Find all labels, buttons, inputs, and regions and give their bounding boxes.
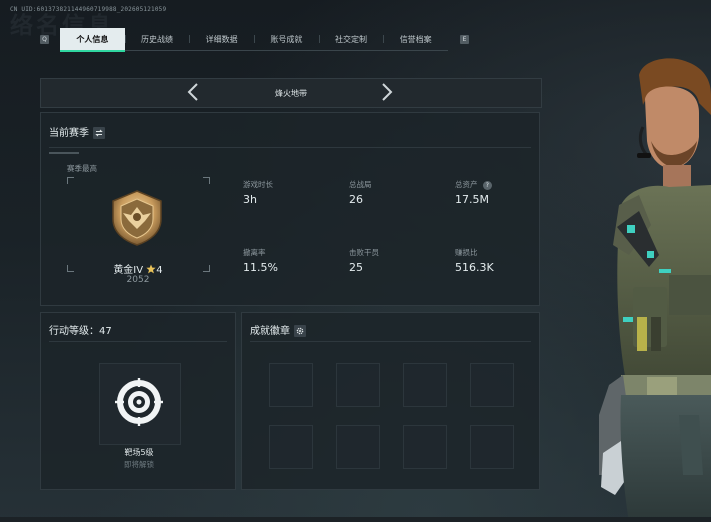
map-prev-button[interactable]	[187, 83, 199, 105]
tab-profile[interactable]: 个人信息	[60, 28, 125, 52]
map-next-button[interactable]	[381, 83, 393, 105]
uid-label: CN UID:601373821144960719988_20260512105…	[10, 6, 167, 13]
badge-slot[interactable]	[336, 363, 380, 407]
help-icon[interactable]: ?	[482, 181, 492, 190]
tab-reputation[interactable]: 信誉档案	[383, 28, 448, 50]
action-level-title: 行动等级：47	[49, 326, 112, 337]
stat-label-assets: 总资产 ?	[455, 179, 492, 190]
season-panel: 当前赛季 赛季最高 黄金IV 4 2052 游戏时长 3h 总战局 26 总资产…	[40, 112, 540, 306]
tab-next-key[interactable]: E	[460, 35, 469, 44]
target-icon	[115, 378, 163, 426]
map-selector: 烽火地带	[40, 78, 542, 108]
bottom-bar	[0, 517, 711, 522]
achievements-settings-button[interactable]	[294, 325, 306, 337]
badge-slot[interactable]	[269, 363, 313, 407]
stat-value-playtime: 3h	[243, 193, 257, 206]
operator-character-image	[599, 58, 711, 522]
stat-value-assets: 17.5M	[455, 193, 489, 206]
achievements-title: 成就徽章	[250, 322, 306, 337]
tab-bar: 个人信息 历史战绩 详细数据 账号成就 社交定制 信誉档案	[60, 28, 448, 52]
tab-social[interactable]: 社交定制	[318, 28, 384, 50]
gear-icon	[296, 327, 304, 335]
stat-label-kills: 击败干员	[349, 248, 379, 257]
tab-prev-key[interactable]: Q	[40, 35, 49, 44]
badge-slot[interactable]	[403, 425, 447, 469]
tab-history[interactable]: 历史战绩	[124, 28, 190, 50]
season-best-label: 赛季最高	[67, 164, 97, 173]
badge-slot[interactable]	[470, 363, 514, 407]
season-divider	[49, 147, 531, 148]
tab-details[interactable]: 详细数据	[189, 28, 254, 50]
stat-label-playtime: 游戏时长	[243, 180, 273, 189]
frame-corner	[203, 177, 210, 184]
badge-slot[interactable]	[336, 425, 380, 469]
frame-corner	[67, 177, 74, 184]
stat-value-extract-rate: 11.5%	[243, 261, 278, 274]
season-title-text: 当前赛季	[49, 128, 89, 139]
action-item-status: 即将解锁	[124, 460, 154, 469]
badge-slot[interactable]	[269, 425, 313, 469]
stat-label-extract-rate: 撤离率	[243, 248, 266, 257]
stat-value-matches: 26	[349, 193, 363, 206]
stat-value-kills: 25	[349, 261, 363, 274]
star-icon	[146, 264, 156, 274]
rank-score: 2052	[126, 275, 150, 285]
chevron-left-icon	[187, 83, 198, 101]
stat-value-profit-ratio: 516.3K	[455, 261, 494, 274]
stat-label-assets-text: 总资产	[455, 180, 478, 189]
badge-slot[interactable]	[403, 363, 447, 407]
chevron-right-icon	[382, 83, 393, 101]
season-switch-button[interactable]	[93, 127, 105, 139]
achievements-title-text: 成就徽章	[250, 326, 290, 337]
rank-medal-icon	[112, 190, 162, 246]
action-level-panel: 行动等级：47 靶场5级 即将解锁	[40, 312, 236, 490]
achievements-divider	[250, 341, 531, 342]
action-item-name: 靶场5级	[124, 448, 154, 457]
badge-slot[interactable]	[470, 425, 514, 469]
stat-label-profit-ratio: 赚损比	[455, 248, 478, 257]
rank-line: 黄金IV 4	[67, 261, 209, 276]
stat-label-matches: 总战局	[349, 180, 372, 189]
swap-icon	[95, 129, 103, 137]
map-name: 烽火地带	[275, 88, 307, 98]
achievements-panel: 成就徽章	[241, 312, 540, 490]
season-divider-accent	[49, 152, 79, 154]
tab-achievements[interactable]: 账号成就	[254, 28, 319, 50]
season-title: 当前赛季	[49, 124, 105, 139]
action-divider	[49, 341, 227, 342]
